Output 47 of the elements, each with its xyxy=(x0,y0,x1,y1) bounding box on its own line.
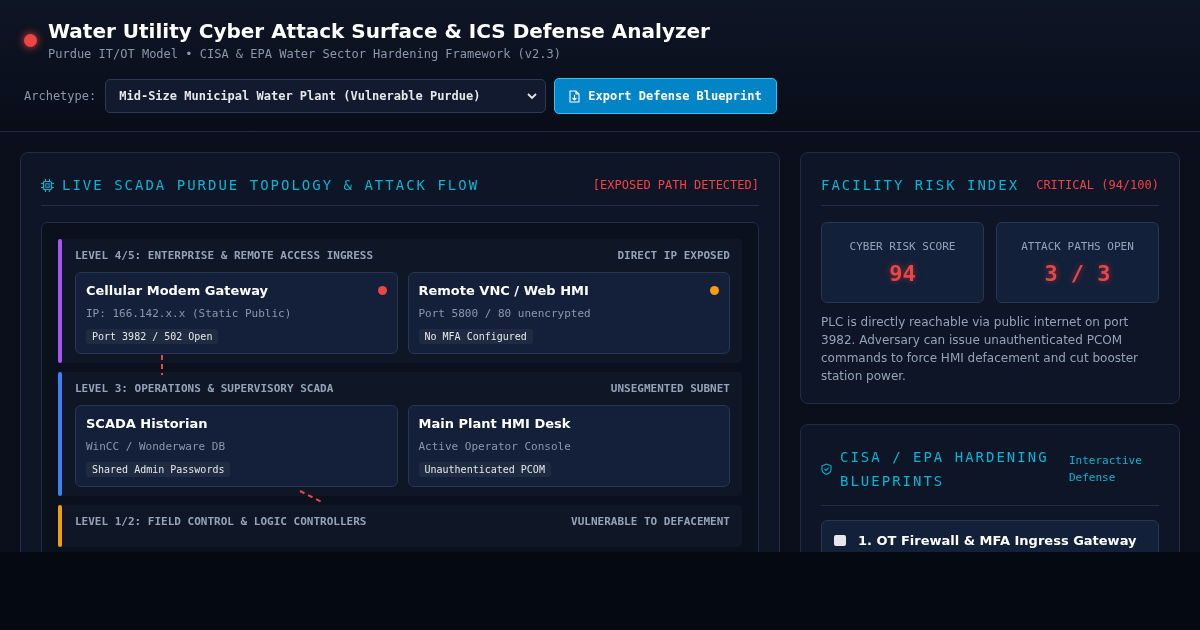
app-title: Water Utility Cyber Attack Surface & ICS Defense Analyzer xyxy=(48,18,710,44)
level-tag: VULNERABLE TO DEFACEMENT xyxy=(571,515,730,528)
document-icon xyxy=(569,89,581,103)
vulnerability-badge: No MFA Configured xyxy=(418,329,533,344)
level-title: LEVEL 3: OPERATIONS & SUPERVISORY SCADA xyxy=(75,382,334,395)
metric-value: 94 xyxy=(889,260,916,286)
node-name: SCADA Historian xyxy=(86,416,208,431)
metric-label: ATTACK PATHS OPEN xyxy=(1021,239,1134,253)
status-dot xyxy=(24,34,37,47)
app-subtitle: Purdue IT/OT Model • CISA & EPA Water Sector Hardening Framework (v2.3) xyxy=(48,47,562,61)
level-tag: UNSEGMENTED SUBNET xyxy=(610,382,730,395)
node-name: Cellular Modem Gateway xyxy=(86,283,269,298)
export-button[interactable]: Export Defense Blueprint xyxy=(554,78,777,114)
level-title: LEVEL 1/2: FIELD CONTROL & LOGIC CONTROLLERS xyxy=(75,515,367,528)
node-detail: WinCC / Wonderware DB xyxy=(86,440,227,453)
chip-icon xyxy=(41,178,54,192)
panel-title: FACILITY RISK INDEX xyxy=(821,177,1020,193)
vulnerability-badge: Unauthenticated PCOM xyxy=(418,462,551,477)
metric-value: 3 / 3 xyxy=(1044,260,1111,286)
attack-path-line xyxy=(161,354,163,376)
archetype-select[interactable]: Mid-Size Municipal Water Plant (Vulnerable Purdue) xyxy=(105,79,547,113)
node-card[interactable]: SCADA Historian WinCC / Wonderware DB Shared Admin Passwords xyxy=(75,405,398,487)
node-name: Remote VNC / Web HMI xyxy=(418,283,589,298)
metric-label: CYBER RISK SCORE xyxy=(849,239,956,253)
node-card[interactable]: Cellular Modem Gateway IP: 166.142.x.x (Static Public) Port 3982 / 502 Open xyxy=(75,272,398,354)
node-detail: IP: 166.142.x.x (Static Public) xyxy=(86,307,293,320)
vulnerability-badge: Shared Admin Passwords xyxy=(86,462,231,477)
node-detail: Active Operator Console xyxy=(418,440,572,453)
mode-tag: Interactive Defense xyxy=(1069,452,1159,486)
checkbox[interactable] xyxy=(834,535,846,546)
level-title: LEVEL 4/5: ENTERPRISE & REMOTE ACCESS INGRESS xyxy=(75,249,373,262)
exposure-status-text: [EXPOSED PATH DETECTED] xyxy=(592,178,759,192)
level-tag: DIRECT IP EXPOSED xyxy=(617,249,730,262)
blueprint-label: 1. OT Firewall & MFA Ingress Gateway xyxy=(858,533,1137,548)
risk-status: CRITICAL (94/100) xyxy=(1036,178,1159,192)
panel-title: LIVE SCADA PURDUE TOPOLOGY & ATTACK FLOW xyxy=(62,177,480,193)
node-detail: Port 5800 / 80 unencrypted xyxy=(418,307,592,320)
node-card[interactable]: Remote VNC / Web HMI Port 5800 / 80 unencrypted No MFA Configured xyxy=(407,272,730,354)
panel-title: CISA / EPA HARDENING BLUEPRINTS xyxy=(840,448,1050,491)
node-card[interactable]: Main Plant HMI Desk Active Operator Console Unauthenticated PCOM xyxy=(407,405,730,487)
shield-icon xyxy=(821,463,832,475)
chevron-icon xyxy=(527,92,538,100)
vulnerability-badge: Port 3982 / 502 Open xyxy=(86,329,219,344)
blueprint-item[interactable]: 1. OT Firewall & MFA Ingress Gateway xyxy=(821,520,1159,552)
risk-description: PLC is directly reachable via public internet on port 3982. Adversary can issue unauthenticated PCOM commands to force HMI defacement and cut booster station power. xyxy=(821,314,1140,385)
archetype-label: Archetype: xyxy=(24,89,97,103)
node-name: Main Plant HMI Desk xyxy=(418,416,571,431)
